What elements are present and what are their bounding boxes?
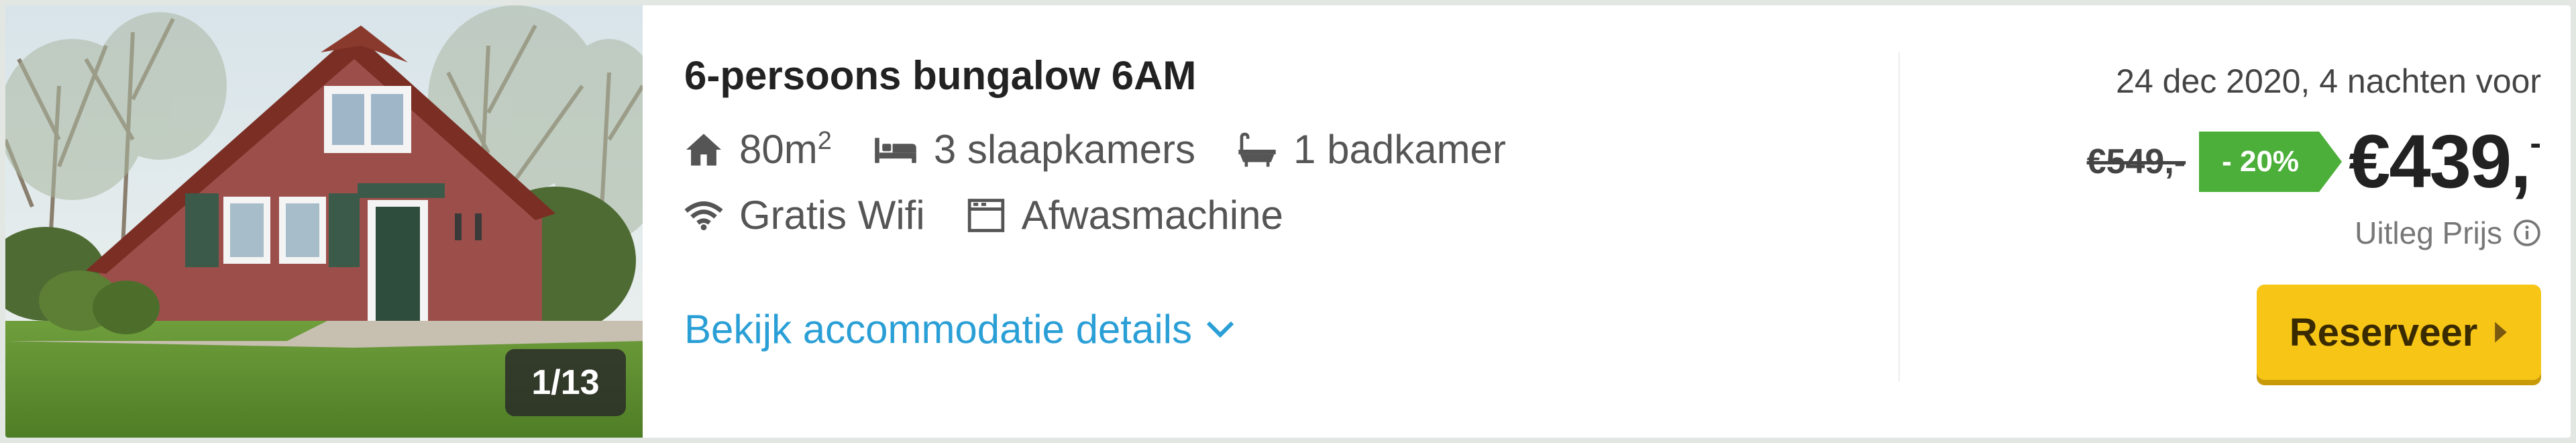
wifi-label: Gratis Wifi bbox=[739, 193, 925, 238]
caret-right-icon bbox=[2495, 322, 2508, 343]
price-explanation-link[interactable]: Uitleg Prijs bbox=[2355, 215, 2541, 251]
listing-card: 1/13 6-persoons bungalow 6AM 80m2 3 slaa… bbox=[5, 5, 2571, 438]
details-link-label: Bekijk accommodatie details bbox=[684, 307, 1193, 352]
pricing-panel: 24 dec 2020, 4 nachten voor €549,- - 20%… bbox=[1917, 5, 2541, 438]
discount-badge: - 20% bbox=[2199, 131, 2343, 192]
feature-wifi: Gratis Wifi bbox=[684, 192, 925, 238]
wifi-icon bbox=[684, 201, 723, 230]
new-price-suffix: - bbox=[2530, 124, 2541, 162]
accommodation-details-link[interactable]: Bekijk accommodatie details bbox=[684, 306, 1235, 352]
old-price: €549,- bbox=[2086, 142, 2186, 181]
reserve-button-label: Reserveer bbox=[2289, 310, 2478, 354]
features-row-2: Gratis Wifi Afwasmachine bbox=[684, 192, 1325, 238]
bed-icon bbox=[875, 137, 916, 163]
dishwasher-icon bbox=[967, 198, 1004, 232]
house-icon bbox=[686, 133, 721, 166]
area-value: 80m2 bbox=[739, 127, 832, 172]
feature-bedrooms: 3 slaapkamers bbox=[873, 126, 1195, 173]
listing-info: 6-persoons bungalow 6AM 80m2 3 slaapkame… bbox=[684, 5, 1878, 438]
feature-dishwasher: Afwasmachine bbox=[967, 192, 1283, 238]
dishwasher-label: Afwasmachine bbox=[1021, 193, 1283, 238]
listing-title[interactable]: 6-persoons bungalow 6AM bbox=[684, 52, 1196, 99]
chevron-down-icon bbox=[1206, 321, 1234, 338]
divider bbox=[1898, 52, 1900, 381]
reserve-button[interactable]: Reserveer bbox=[2257, 285, 2541, 380]
features-row-1: 80m2 3 slaapkamers 1 badkamer bbox=[684, 126, 1548, 173]
bathtub-icon bbox=[1238, 132, 1276, 166]
feature-bathrooms: 1 badkamer bbox=[1237, 126, 1506, 173]
info-icon bbox=[2514, 219, 2540, 246]
image-counter: 1/13 bbox=[505, 349, 626, 416]
price-row: €549,- - 20% €439, - bbox=[2087, 118, 2541, 205]
stay-date-info: 24 dec 2020, 4 nachten voor bbox=[2116, 62, 2541, 100]
feature-area: 80m2 bbox=[684, 126, 832, 173]
bungalow-photo[interactable]: 1/13 bbox=[5, 5, 643, 438]
new-price: €439, bbox=[2349, 119, 2531, 203]
bedrooms-label: 3 slaapkamers bbox=[933, 127, 1196, 172]
explain-label: Uitleg Prijs bbox=[2355, 215, 2502, 250]
bathrooms-label: 1 badkamer bbox=[1293, 127, 1506, 172]
